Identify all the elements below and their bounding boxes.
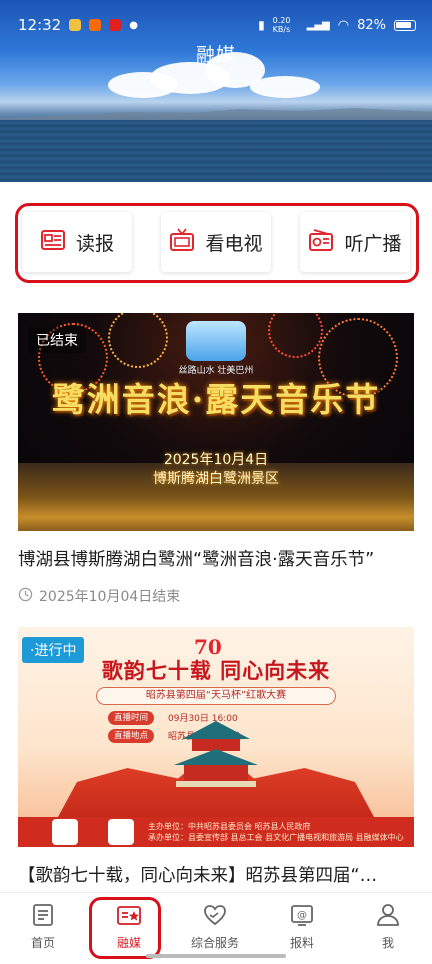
listen-radio-button[interactable]: 听广播 xyxy=(300,212,410,272)
nav-item-home[interactable]: 首页 xyxy=(0,902,86,951)
nav-label: 首页 xyxy=(30,936,55,950)
event-image-date: 2025年10月4日 xyxy=(163,452,269,468)
battery-percent: 82% xyxy=(357,17,386,33)
wifi-icon: ◠ xyxy=(337,17,350,33)
newspaper-icon xyxy=(40,227,66,258)
qr-code-icon xyxy=(108,819,134,845)
status-badge: ·进行中 xyxy=(22,637,85,663)
read-newspaper-button[interactable]: 读报 xyxy=(22,212,132,272)
nav-item-report[interactable]: @ 报料 xyxy=(259,902,345,951)
nav-item-services[interactable]: 综合服务 xyxy=(172,902,258,951)
event-image-organizers: 主办单位：中共昭苏县委员会 昭苏县人民政府 承办单位：县委宣传部 县总工会 县文… xyxy=(148,822,404,842)
tv-icon xyxy=(169,227,195,258)
event-image-place: 博斯腾湖白鹭洲景区 xyxy=(153,471,279,487)
nav-label: 综合服务 xyxy=(190,936,239,950)
at-report-icon: @ xyxy=(289,902,315,934)
home-indicator[interactable] xyxy=(146,954,286,958)
status-time: 12:32 xyxy=(18,16,62,34)
festival-logo xyxy=(186,321,246,361)
event-image-ribbon: 昭苏县第四届“天马杯”红歌大赛 xyxy=(96,687,336,705)
clock-icon xyxy=(18,587,33,606)
network-speed: 0.20 KB/s xyxy=(272,16,291,34)
status-badge: 已结束 xyxy=(28,327,86,353)
user-icon xyxy=(375,902,401,934)
watch-tv-button[interactable]: 看电视 xyxy=(161,212,271,272)
qr-code-icon xyxy=(52,819,78,845)
signal-icon: ▂▄▆ xyxy=(306,19,330,31)
app-notification-icon xyxy=(89,19,102,31)
live-time-label: 直播时间 xyxy=(108,711,155,725)
watch-tv-label: 看电视 xyxy=(205,232,263,255)
header-banner: 12:32 ● ▮ 0.20 KB/s ▂▄▆ ◠ 82% 融媒 xyxy=(0,0,432,182)
nav-highlight-outline xyxy=(89,897,161,959)
crown-icon xyxy=(69,19,82,31)
live-place-label: 直播地点 xyxy=(108,729,155,743)
nav-item-me[interactable]: 我 xyxy=(345,902,431,951)
nav-label: 我 xyxy=(381,936,394,950)
dot-icon: ● xyxy=(129,19,138,31)
lake-shape xyxy=(0,120,432,182)
nav-label: 报料 xyxy=(289,936,314,950)
event-image-title: 鹭洲音浪·露天音乐节 xyxy=(51,380,381,419)
svg-text:@: @ xyxy=(297,910,307,921)
vibrate-icon: ▮ xyxy=(258,18,265,32)
firework-shape xyxy=(268,313,323,358)
read-newspaper-label: 读报 xyxy=(75,232,114,255)
event-title[interactable]: 博湖县博斯腾湖白鹭洲“鹭洲音浪·露天音乐节” xyxy=(18,546,418,571)
event-title[interactable]: 【歌韵七十载，同心向未来】昭苏县第四届“… xyxy=(18,862,418,887)
cloud-shape xyxy=(108,72,178,98)
event-end-date: 2025年10月04日结束 xyxy=(39,589,181,605)
radio-icon xyxy=(308,227,334,258)
cloud-shape xyxy=(250,76,320,98)
app-notification-icon xyxy=(109,19,122,31)
event-meta: 2025年10月04日结束 xyxy=(18,586,180,606)
home-doc-icon xyxy=(30,902,56,934)
page-title: 融媒 xyxy=(195,44,236,66)
battery-icon xyxy=(394,19,416,31)
firework-shape xyxy=(108,313,168,368)
temple-icon xyxy=(174,721,258,787)
heart-hand-icon xyxy=(202,902,228,934)
listen-radio-label: 听广播 xyxy=(344,232,402,255)
